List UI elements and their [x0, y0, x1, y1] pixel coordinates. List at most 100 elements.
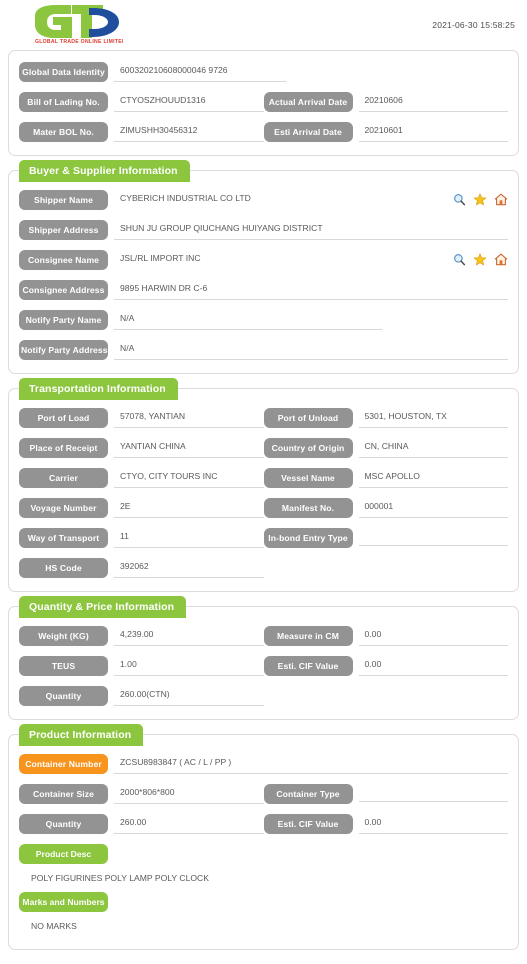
- field-consignee-address: Consignee Address 9895 HARWIN DR C-6: [19, 279, 508, 301]
- row-shipper-name: Shipper Name CYBERICH INDUSTRIAL CO LTD: [19, 189, 508, 211]
- value-teus[interactable]: 1.00: [114, 657, 264, 676]
- label-weight-kg: Weight (KG): [19, 625, 108, 647]
- field-weight-kg: Weight (KG) 4,239.00: [19, 625, 264, 647]
- search-icon[interactable]: [453, 193, 466, 206]
- value-consignee-address[interactable]: 9895 HARWIN DR C-6: [114, 281, 508, 300]
- value-consignee-name[interactable]: JSL/RL IMPORT INC: [114, 251, 447, 269]
- star-icon[interactable]: [473, 192, 487, 206]
- label-bill-of-lading-no: Bill of Lading No.: [19, 91, 108, 113]
- field-esti-arrival-date: Esti Arrival Date 20210601: [263, 121, 508, 143]
- field-container-size: Container Size 2000*806*800: [19, 783, 264, 805]
- label-voyage-number: Voyage Number: [19, 497, 108, 519]
- product-panel: Product Information Container Number ZCS…: [8, 724, 519, 950]
- transportation-title: Transportation Information: [19, 378, 178, 400]
- row-quantity: Quantity 260.00(CTN): [19, 685, 508, 707]
- quantity-price-panel: Quantity & Price Information Weight (KG)…: [8, 596, 519, 720]
- field-notify-party-address: Notify Party Address N/A: [19, 339, 508, 361]
- field-way-of-transport: Way of Transport 11: [19, 527, 264, 549]
- value-global-data-identity[interactable]: 600320210608000046 9726: [114, 63, 286, 82]
- marks-text: NO MARKS: [31, 921, 77, 931]
- label-manifest-no: Manifest No.: [263, 497, 353, 519]
- buyer-supplier-panel: Buyer & Supplier Information Shipper Nam…: [8, 160, 519, 374]
- field-measure-in-cm: Measure in CM 0.00: [263, 625, 508, 647]
- row-product-quantity-cif: Quantity 260.00 Esti. CIF Value 0.00: [19, 813, 508, 835]
- label-esti-arrival-date: Esti Arrival Date: [263, 121, 353, 143]
- value-country-of-origin[interactable]: CN, CHINA: [358, 439, 508, 458]
- label-shipper-name: Shipper Name: [19, 189, 108, 211]
- label-way-of-transport: Way of Transport: [19, 527, 108, 549]
- value-hs-code[interactable]: 392062: [114, 559, 264, 578]
- label-global-data-identity: Global Data Identity: [19, 61, 108, 83]
- value-container-size[interactable]: 2000*806*800: [114, 785, 264, 804]
- value-product-esti-cif-value[interactable]: 0.00: [358, 815, 508, 834]
- label-port-of-load: Port of Load: [19, 407, 108, 429]
- field-actual-arrival-date: Actual Arrival Date 20210606: [263, 91, 508, 113]
- value-mater-bol-no[interactable]: ZIMUSHH30456312: [114, 123, 264, 142]
- svg-text:GLOBAL TRADE ONLINE LIMITED: GLOBAL TRADE ONLINE LIMITED: [35, 39, 123, 44]
- value-port-of-unload[interactable]: 5301, HOUSTON, TX: [358, 409, 508, 428]
- label-marks-and-numbers: Marks and Numbers: [19, 891, 108, 913]
- field-in-bond-entry-type: In-bond Entry Type: [263, 527, 508, 549]
- value-notify-party-name[interactable]: N/A: [114, 311, 382, 330]
- row-transport-inbond: Way of Transport 11 In-bond Entry Type: [19, 527, 508, 549]
- row-consignee-address: Consignee Address 9895 HARWIN DR C-6: [19, 279, 508, 301]
- label-notify-party-address: Notify Party Address: [19, 339, 108, 361]
- value-vessel-name[interactable]: MSC APOLLO: [358, 469, 508, 488]
- label-port-of-unload: Port of Unload: [263, 407, 353, 429]
- row-hs-code: HS Code 392062: [19, 557, 508, 579]
- label-place-of-receipt: Place of Receipt: [19, 437, 108, 459]
- value-measure-in-cm[interactable]: 0.00: [358, 627, 508, 646]
- value-manifest-no[interactable]: 000001: [358, 499, 508, 518]
- value-shipper-name[interactable]: CYBERICH INDUSTRIAL CO LTD: [114, 191, 447, 209]
- field-voyage-number: Voyage Number 2E: [19, 497, 264, 519]
- value-way-of-transport[interactable]: 11: [114, 529, 264, 548]
- company-logo[interactable]: GLOBAL TRADE ONLINE LIMITED: [31, 4, 123, 44]
- field-notify-party-name: Notify Party Name N/A: [19, 309, 508, 331]
- value-esti-arrival-date[interactable]: 20210601: [358, 123, 508, 142]
- value-notify-party-address[interactable]: N/A: [114, 341, 508, 360]
- value-actual-arrival-date[interactable]: 20210606: [358, 93, 508, 112]
- label-carrier: Carrier: [19, 467, 108, 489]
- timestamp: 2021-06-30 15:58:25: [432, 20, 515, 30]
- row-port: Port of Load 57078, YANTIAN Port of Unlo…: [19, 407, 508, 429]
- field-esti-cif-value: Esti. CIF Value 0.00: [263, 655, 508, 677]
- value-container-number[interactable]: ZCSU8983847 ( AC / L / PP ): [114, 755, 508, 774]
- field-place-of-receipt: Place of Receipt YANTIAN CHINA: [19, 437, 264, 459]
- value-quantity[interactable]: 260.00(CTN): [114, 687, 264, 706]
- label-mater-bol-no: Mater BOL No.: [19, 121, 108, 143]
- label-product-desc: Product Desc: [19, 843, 108, 865]
- value-shipper-address[interactable]: SHUN JU GROUP QIUCHANG HUIYANG DISTRICT: [114, 221, 508, 240]
- consignee-action-icons: [453, 252, 508, 268]
- label-hs-code: HS Code: [19, 557, 108, 579]
- value-voyage-number[interactable]: 2E: [114, 499, 264, 518]
- product-title: Product Information: [19, 724, 144, 746]
- row-product-desc-label: Product Desc: [19, 843, 508, 865]
- field-product-esti-cif-value: Esti. CIF Value 0.00: [263, 813, 508, 835]
- value-place-of-receipt[interactable]: YANTIAN CHINA: [114, 439, 264, 458]
- row-consignee-name: Consignee Name JSL/RL IMPORT INC: [19, 249, 508, 271]
- identity-panel: Global Data Identity 600320210608000046 …: [8, 50, 519, 156]
- home-icon[interactable]: [494, 193, 508, 206]
- value-product-quantity[interactable]: 260.00: [114, 815, 264, 834]
- label-measure-in-cm: Measure in CM: [263, 625, 353, 647]
- transportation-panel: Transportation Information Port of Load …: [8, 378, 519, 592]
- home-icon[interactable]: [494, 253, 508, 266]
- value-in-bond-entry-type[interactable]: [358, 531, 508, 546]
- star-icon[interactable]: [473, 252, 487, 266]
- search-icon[interactable]: [453, 253, 466, 266]
- label-consignee-name: Consignee Name: [19, 249, 108, 271]
- value-container-type[interactable]: [358, 787, 508, 802]
- value-bill-of-lading-no[interactable]: CTYOSZHOUUD1316: [114, 93, 264, 112]
- label-notify-party-name: Notify Party Name: [19, 309, 108, 331]
- value-weight-kg[interactable]: 4,239.00: [114, 627, 264, 646]
- label-vessel-name: Vessel Name: [263, 467, 353, 489]
- row-voyage-manifest: Voyage Number 2E Manifest No. 000001: [19, 497, 508, 519]
- field-mater-bol-no: Mater BOL No. ZIMUSHH30456312: [19, 121, 264, 143]
- row-receipt-origin: Place of Receipt YANTIAN CHINA Country o…: [19, 437, 508, 459]
- value-carrier[interactable]: CTYO, CITY TOURS INC: [114, 469, 264, 488]
- quantity-price-title: Quantity & Price Information: [19, 596, 187, 618]
- value-esti-cif-value[interactable]: 0.00: [358, 657, 508, 676]
- row-weight-measure: Weight (KG) 4,239.00 Measure in CM 0.00: [19, 625, 508, 647]
- field-port-of-load: Port of Load 57078, YANTIAN: [19, 407, 264, 429]
- value-port-of-load[interactable]: 57078, YANTIAN: [114, 409, 264, 428]
